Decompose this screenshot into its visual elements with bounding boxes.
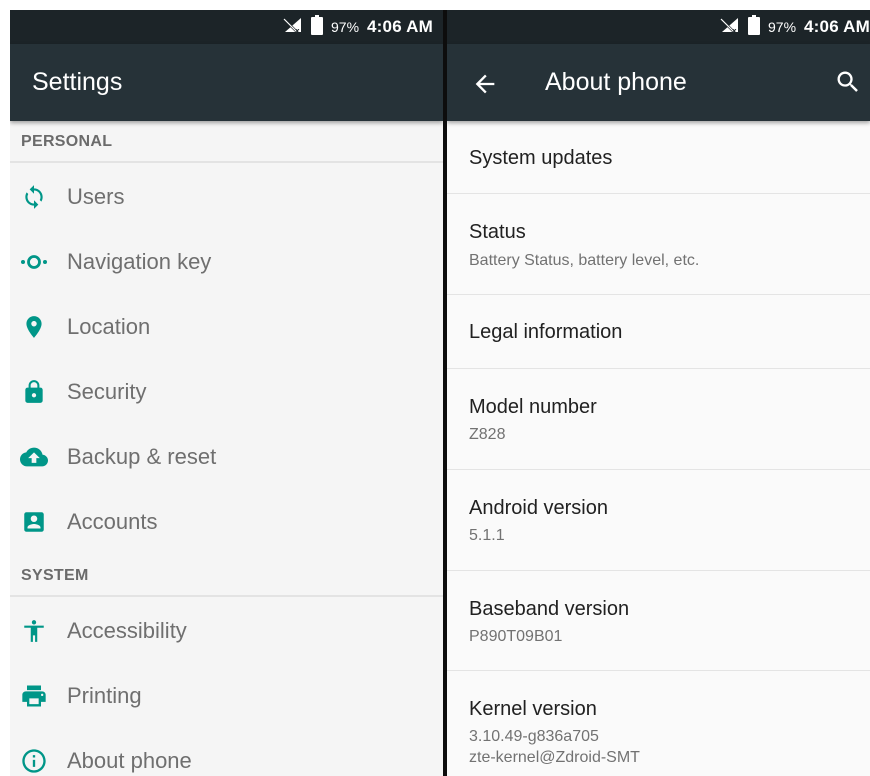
svg-text:x: x [732, 27, 737, 34]
about-item-title: Legal information [469, 321, 623, 343]
settings-item-label: Navigation key [67, 248, 212, 274]
arrow-back-icon[interactable] [471, 70, 499, 98]
accessibility-icon [20, 617, 48, 645]
cloud-upload-icon [20, 443, 48, 471]
settings-item-label: Accounts [67, 508, 158, 534]
about-item-status[interactable]: Status Battery Status, battery level, et… [447, 194, 870, 295]
battery-percentage: 97% [331, 19, 360, 35]
section-header-system: SYSTEM [21, 567, 89, 584]
no-sim-icon: x [283, 16, 303, 39]
settings-item-label: Security [67, 378, 147, 404]
settings-item-location[interactable]: Location [10, 294, 443, 359]
page-title: Settings [32, 68, 123, 96]
about-item-kernel-version[interactable]: Kernel version 3.10.49-g836a705 zte-kern… [447, 671, 870, 776]
account-box-icon [20, 508, 48, 536]
search-icon[interactable] [834, 68, 864, 98]
clock: 4:06 AM [804, 17, 870, 36]
about-item-legal-information[interactable]: Legal information [447, 295, 870, 369]
about-item-summary-line2: zte-kernel@Zdroid-SMT [469, 749, 640, 766]
settings-item-users[interactable]: Users [10, 164, 443, 229]
section-header-personal: PERSONAL [21, 133, 113, 150]
settings-item-about-phone[interactable]: About phone [10, 728, 443, 776]
battery-percentage: 97% [768, 19, 797, 35]
settings-item-accounts[interactable]: Accounts [10, 489, 443, 554]
settings-item-backup-reset[interactable]: Backup & reset [10, 424, 443, 489]
settings-app-bar: Settings [10, 44, 443, 121]
about-item-title: System updates [469, 147, 613, 169]
navigation-key-icon [20, 248, 48, 276]
settings-item-label: Backup & reset [67, 443, 217, 469]
svg-text:x: x [295, 27, 300, 34]
status-bar: x 97% 4:06 AM [447, 10, 870, 44]
printer-icon [20, 682, 48, 710]
settings-item-label: Accessibility [67, 617, 187, 643]
about-item-title: Model number [469, 396, 597, 418]
clock: 4:06 AM [367, 17, 433, 36]
about-phone-screen: x 97% 4:06 AM About phone System updates [447, 10, 870, 776]
sync-icon [20, 183, 48, 211]
location-pin-icon [20, 313, 48, 341]
page-title: About phone [545, 68, 687, 96]
battery-icon [748, 14, 760, 40]
about-item-summary: Z828 [469, 426, 506, 443]
about-item-android-version[interactable]: Android version 5.1.1 [447, 470, 870, 571]
about-item-model-number[interactable]: Model number Z828 [447, 369, 870, 470]
section-divider [10, 595, 443, 597]
about-item-baseband-version[interactable]: Baseband version P890T09B01 [447, 571, 870, 671]
about-item-title: Kernel version [469, 698, 597, 720]
about-item-summary: 5.1.1 [469, 527, 505, 544]
settings-item-label: Users [67, 183, 125, 209]
no-sim-icon: x [720, 16, 740, 39]
settings-item-label: About phone [67, 747, 192, 773]
section-divider [10, 161, 443, 163]
about-item-summary: Battery Status, battery level, etc. [469, 252, 700, 269]
info-icon [20, 747, 48, 775]
settings-item-accessibility[interactable]: Accessibility [10, 598, 443, 663]
screen-edge [0, 10, 10, 776]
settings-item-printing[interactable]: Printing [10, 663, 443, 728]
about-item-title: Baseband version [469, 598, 630, 620]
settings-item-label: Location [67, 313, 151, 339]
status-bar: x 97% 4:06 AM [10, 10, 443, 44]
settings-screen: x 97% 4:06 AM Settings PERSONAL Users Na… [10, 10, 443, 776]
about-item-title: Android version [469, 497, 608, 519]
about-item-summary: 3.10.49-g836a705 [469, 728, 599, 745]
settings-item-security[interactable]: Security [10, 359, 443, 424]
about-item-summary: P890T09B01 [469, 628, 563, 645]
battery-icon [311, 14, 323, 40]
settings-item-navigation-key[interactable]: Navigation key [10, 229, 443, 294]
lock-icon [20, 378, 48, 406]
about-item-system-updates[interactable]: System updates [447, 121, 870, 194]
settings-item-label: Printing [67, 682, 142, 708]
about-item-title: Status [469, 221, 526, 243]
about-app-bar: About phone [447, 44, 870, 121]
